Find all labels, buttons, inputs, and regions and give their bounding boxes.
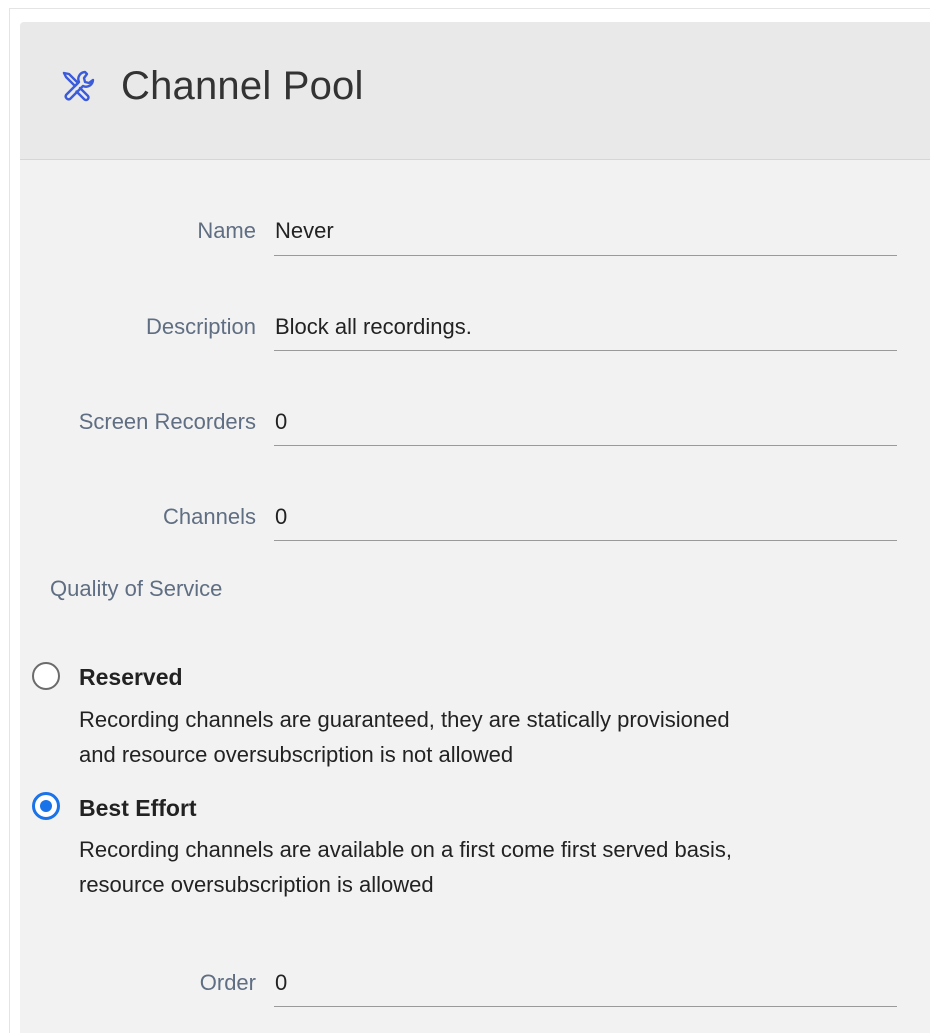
name-field[interactable]: Never (275, 218, 334, 244)
card-header: Channel Pool (20, 22, 930, 160)
channels-label: Channels (163, 504, 256, 529)
best-effort-option-title[interactable]: Best Effort (79, 795, 197, 822)
best-effort-radio[interactable] (32, 792, 60, 820)
screen-recorders-field[interactable]: 0 (275, 409, 287, 435)
order-label: Order (199, 970, 256, 995)
reserved-radio[interactable] (32, 662, 60, 690)
page-title: Channel Pool (121, 64, 364, 108)
tools-icon (62, 70, 95, 102)
order-field-underline (274, 1006, 897, 1007)
screen-recorders-field-underline (274, 445, 897, 446)
reserved-option-desc-line2: and resource oversubscription is not all… (79, 742, 514, 767)
channels-field-underline (274, 540, 897, 541)
description-label: Description (145, 314, 256, 339)
name-label: Name (197, 218, 256, 243)
channel-pool-card: Channel Pool Name Never Description Bloc… (20, 22, 930, 1033)
quality-of-service-label: Quality of Service (50, 576, 223, 601)
channels-field[interactable]: 0 (275, 504, 287, 530)
reserved-option-title[interactable]: Reserved (79, 664, 183, 691)
description-field-underline (274, 350, 897, 351)
name-field-underline (274, 255, 897, 256)
reserved-option-desc-line1: Recording channels are guaranteed, they … (79, 707, 730, 732)
best-effort-option-desc-line2: resource oversubscription is allowed (79, 872, 434, 897)
screen-recorders-label: Screen Recorders (78, 409, 256, 434)
description-field[interactable]: Block all recordings. (275, 314, 472, 340)
order-field[interactable]: 0 (275, 970, 287, 996)
best-effort-option-desc-line1: Recording channels are available on a fi… (79, 837, 732, 862)
